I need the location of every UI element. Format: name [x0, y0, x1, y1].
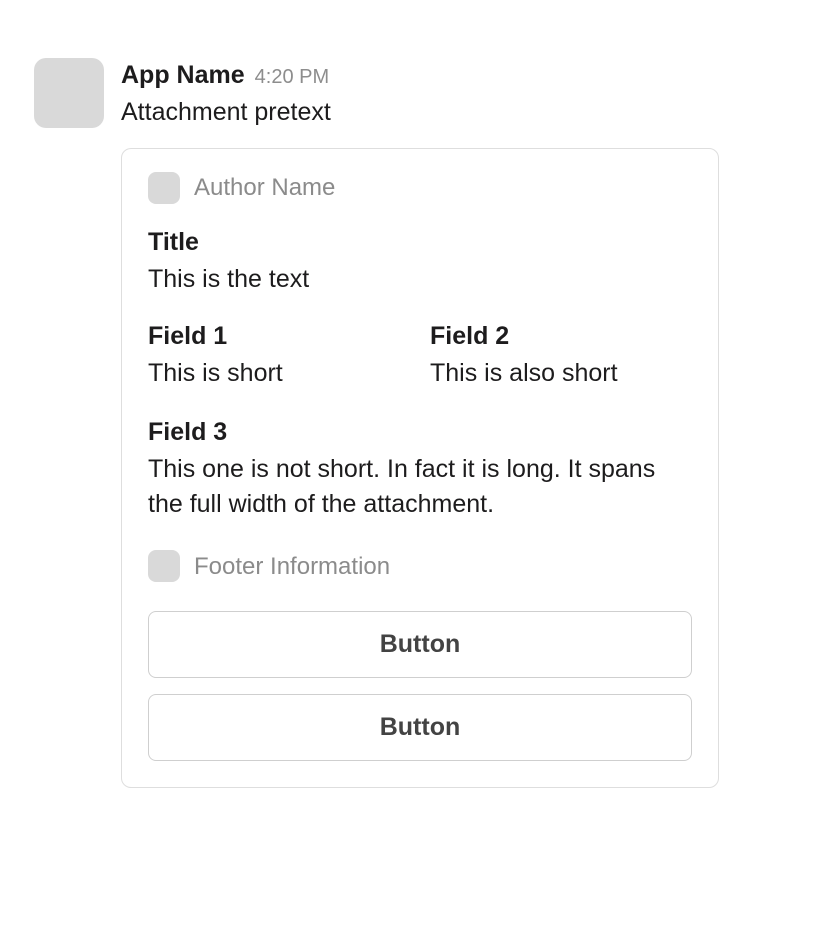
field: Field 2 This is also short [430, 319, 692, 391]
field: Field 1 This is short [148, 319, 410, 391]
attachment-card: Author Name Title This is the text Field… [121, 148, 719, 788]
attachment-fields: Field 1 This is short Field 2 This is al… [148, 319, 692, 522]
attachment-text: This is the text [148, 262, 692, 297]
field: Field 3 This one is not short. In fact i… [148, 415, 692, 522]
field-title: Field 1 [148, 319, 410, 354]
footer-icon [148, 550, 180, 582]
field-value: This one is not short. In fact it is lon… [148, 452, 692, 522]
message-body: App Name 4:20 PM Attachment pretext Auth… [121, 58, 804, 788]
message-header: App Name 4:20 PM [121, 58, 804, 93]
field-value: This is also short [430, 356, 692, 391]
attachment-actions: Button Button [148, 611, 692, 761]
field-value: This is short [148, 356, 410, 391]
footer-text: Footer Information [194, 550, 390, 584]
attachment-footer: Footer Information [148, 550, 692, 584]
action-button[interactable]: Button [148, 611, 692, 678]
message-timestamp: 4:20 PM [255, 63, 329, 91]
attachment-title: Title [148, 225, 692, 260]
field-title: Field 2 [430, 319, 692, 354]
slack-message: App Name 4:20 PM Attachment pretext Auth… [0, 0, 834, 808]
action-button[interactable]: Button [148, 694, 692, 761]
attachment-pretext: Attachment pretext [121, 95, 804, 130]
author-icon [148, 172, 180, 204]
attachment-author: Author Name [148, 171, 692, 205]
field-title: Field 3 [148, 415, 692, 450]
app-name: App Name [121, 58, 245, 93]
author-name: Author Name [194, 171, 335, 205]
app-avatar [34, 58, 104, 128]
